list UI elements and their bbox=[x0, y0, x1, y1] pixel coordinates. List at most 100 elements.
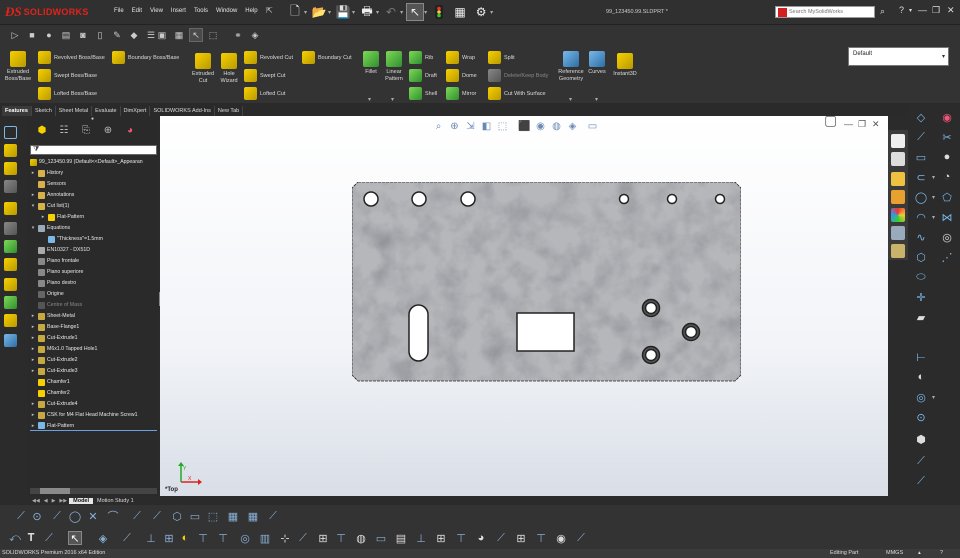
trim-icon[interactable]: ✂ bbox=[940, 130, 954, 144]
jog-icon[interactable] bbox=[4, 222, 17, 235]
bottom-select-icon[interactable]: ↖ bbox=[68, 531, 82, 545]
tab-sketch[interactable]: Sketch bbox=[32, 106, 56, 116]
reference-geometry-button[interactable]: Reference Geometry bbox=[556, 51, 586, 82]
hole-small-2[interactable] bbox=[666, 193, 678, 205]
linear-pattern-button[interactable]: Linear Pattern bbox=[381, 51, 407, 82]
ring-icon[interactable]: ◎ bbox=[940, 230, 954, 244]
expand-toggle-icon[interactable]: ▸ bbox=[30, 368, 36, 374]
tree-node[interactable]: ▸ Base-Flange1 bbox=[30, 322, 79, 332]
spline-icon[interactable]: ∿ bbox=[914, 230, 928, 244]
line-icon[interactable]: ⟋ bbox=[914, 130, 928, 144]
custom-properties-icon[interactable] bbox=[891, 226, 905, 240]
solidworks-forum-icon[interactable] bbox=[891, 244, 905, 258]
edge-flange-icon[interactable] bbox=[4, 162, 17, 175]
repair-dropdown-icon[interactable]: ▾ bbox=[932, 394, 935, 401]
wrap-button[interactable]: Wrap bbox=[446, 51, 475, 64]
linear-sketch-pattern-icon[interactable]: ⋰ bbox=[940, 250, 954, 264]
open-dropdown-icon[interactable]: ▾ bbox=[328, 9, 331, 16]
tree-node[interactable]: ▸ Sheet-Metal bbox=[30, 311, 75, 321]
text-tool-icon[interactable]: 𝐓 bbox=[24, 531, 38, 545]
diamond-icon[interactable]: ◆ bbox=[127, 28, 141, 42]
tapped-hole-1[interactable] bbox=[644, 301, 658, 315]
expand-toggle-icon[interactable]: ▸ bbox=[30, 401, 36, 407]
solidworks-logo[interactable]: ƉS SOLIDWORKS bbox=[5, 4, 89, 19]
text-sketch-icon[interactable]: ⬚ bbox=[206, 509, 220, 523]
link-icon[interactable]: ⚭ bbox=[231, 28, 245, 42]
home-icon[interactable] bbox=[891, 134, 905, 148]
centerline-icon[interactable]: ⟋ bbox=[296, 531, 310, 545]
menu-edit[interactable]: Edit bbox=[128, 8, 146, 14]
swept-cut-button[interactable]: Swept Cut bbox=[244, 69, 285, 82]
grid-icon[interactable]: ▦ bbox=[226, 509, 240, 523]
pin-menu-icon[interactable]: ⇱ bbox=[266, 6, 276, 16]
boundary-boss-button[interactable]: Boundary Boss/Base bbox=[112, 51, 179, 64]
sheet-metal-icon[interactable] bbox=[4, 126, 17, 139]
view-orientation-icon[interactable]: ⬚ bbox=[496, 120, 509, 133]
tree-node[interactable]: Piano destro bbox=[30, 278, 76, 288]
slot-icon[interactable]: ⊂ bbox=[914, 170, 928, 184]
dimension-icon[interactable]: ⟋ bbox=[266, 509, 280, 523]
save-dropdown-icon[interactable]: ▾ bbox=[352, 9, 355, 16]
dome-button[interactable]: Dome bbox=[446, 69, 477, 82]
sheet-metal-part[interactable] bbox=[352, 182, 741, 382]
options-gear-icon[interactable]: ⚙ bbox=[472, 3, 490, 21]
hole-small-3[interactable] bbox=[714, 193, 726, 205]
shaded-sketch-icon[interactable]: ⟋ bbox=[914, 454, 928, 468]
tree-node[interactable]: ▸ Cut-Extrude2 bbox=[30, 355, 78, 365]
datum-target-icon[interactable]: ⊤ bbox=[454, 531, 468, 545]
weld-symbol-icon[interactable]: ⊤ bbox=[216, 531, 230, 545]
move-entities-icon[interactable]: ⟋ bbox=[914, 474, 928, 488]
tab-addins[interactable]: SOLIDWORKS Add-Ins bbox=[150, 106, 215, 116]
dimxpert-icon[interactable]: ⟋ bbox=[120, 531, 134, 545]
zoom-area-icon[interactable]: ⊕ bbox=[448, 120, 461, 133]
circle-icon[interactable]: ◯ bbox=[914, 190, 928, 204]
surface-finish-icon[interactable]: ⊤ bbox=[196, 531, 210, 545]
plane-icon[interactable]: ▰ bbox=[914, 310, 928, 324]
menu-window[interactable]: Window bbox=[212, 8, 241, 14]
menu-insert[interactable]: Insert bbox=[167, 8, 190, 14]
section-view-icon[interactable]: ◧ bbox=[480, 120, 493, 133]
tree-node[interactable]: EN10327 - DX51D bbox=[30, 245, 90, 255]
corners-icon[interactable] bbox=[4, 334, 17, 347]
rectangle-icon[interactable]: ▭ bbox=[914, 150, 928, 164]
tab-dimxpert[interactable]: DimXpert bbox=[121, 106, 151, 116]
tree-node[interactable]: Piano superiore bbox=[30, 267, 83, 277]
point-icon[interactable]: ✛ bbox=[914, 290, 928, 304]
sketch-icon[interactable]: ◇ bbox=[914, 110, 928, 124]
expand-toggle-icon[interactable]: ▸ bbox=[30, 412, 36, 418]
tree-filter[interactable]: ⧩ bbox=[30, 145, 157, 155]
relation-icon[interactable]: ⊢ bbox=[914, 350, 928, 364]
extruded-cut-button[interactable]: Extruded Cut bbox=[189, 53, 217, 84]
tree-node[interactable]: "Thickness"=1.5mm bbox=[40, 234, 103, 244]
tree-node[interactable]: ▸ History bbox=[30, 168, 63, 178]
display-delete-relations-icon[interactable]: ◐ bbox=[914, 370, 928, 384]
arc-icon[interactable]: ◠ bbox=[914, 210, 928, 224]
ellipse-icon[interactable]: ⬭ bbox=[914, 270, 928, 284]
close-icon[interactable]: ✕ bbox=[947, 5, 955, 16]
hole-large-3[interactable] bbox=[460, 191, 476, 207]
revolved-boss-button[interactable]: Revolved Boss/Base bbox=[38, 51, 105, 64]
cross-break-icon[interactable] bbox=[4, 258, 17, 271]
menu-tools[interactable]: Tools bbox=[190, 8, 212, 14]
prev-tab-icon[interactable]: ◀ bbox=[42, 498, 50, 504]
fold-icon[interactable] bbox=[4, 296, 17, 309]
circle-dropdown-icon[interactable]: ▾ bbox=[932, 194, 935, 201]
rebuild-traffic-light-icon[interactable] bbox=[430, 3, 448, 21]
expand-toggle-icon[interactable]: ▸ bbox=[30, 346, 36, 352]
tree-node[interactable]: ▸ Annotations bbox=[30, 190, 74, 200]
next-tab-icon[interactable]: ▶ bbox=[50, 498, 58, 504]
polygon-sketch-icon[interactable]: ⬡ bbox=[170, 509, 184, 523]
status-help-icon[interactable]: ? bbox=[940, 550, 943, 556]
slot-cutout[interactable] bbox=[408, 304, 429, 362]
menu-view[interactable]: View bbox=[146, 8, 167, 14]
select-dropdown-icon[interactable]: ▾ bbox=[424, 9, 427, 16]
hide-show-items-icon[interactable]: ◉ bbox=[534, 120, 547, 133]
trim-sketch-icon[interactable]: ✕ bbox=[86, 509, 100, 523]
fillet-dropdown-icon[interactable]: ▾ bbox=[368, 96, 371, 103]
revolved-cut-button[interactable]: Revolved Cut bbox=[244, 51, 293, 64]
propertymanager-tab-icon[interactable]: ☷ bbox=[56, 122, 72, 138]
help-icon[interactable]: ? bbox=[899, 5, 904, 15]
minimize-icon[interactable]: — bbox=[918, 5, 927, 15]
area-hatch-icon[interactable]: ⊞ bbox=[316, 531, 330, 545]
display-style-icon[interactable]: ⬛ bbox=[518, 120, 531, 133]
